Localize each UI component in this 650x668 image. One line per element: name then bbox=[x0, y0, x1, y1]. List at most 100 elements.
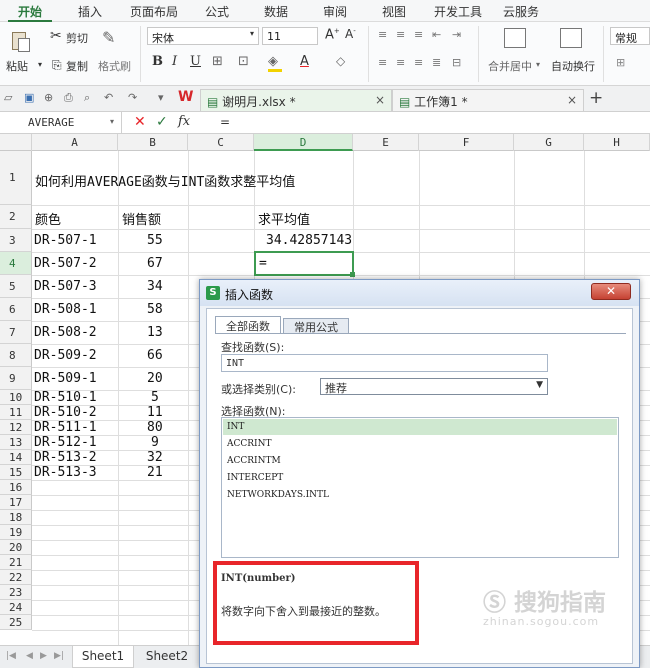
wrap-text-icon[interactable] bbox=[560, 28, 582, 48]
paste-dropdown-icon[interactable]: ▾ bbox=[38, 60, 42, 69]
tab-developer[interactable]: 开发工具 bbox=[434, 3, 482, 20]
export-icon[interactable]: ⊕ bbox=[44, 91, 53, 104]
indent-increase-icon[interactable]: ⇥ bbox=[452, 28, 461, 41]
row-header[interactable]: 16 bbox=[0, 480, 32, 495]
distribute-icon[interactable]: ⊟ bbox=[452, 56, 461, 69]
row-header[interactable]: 24 bbox=[0, 600, 32, 615]
table-cell[interactable]: 80 bbox=[147, 420, 163, 435]
category-select[interactable]: 推荐 ▼ bbox=[320, 378, 548, 395]
tab-all-functions[interactable]: 全部函数 bbox=[215, 316, 281, 333]
fill-handle[interactable] bbox=[350, 272, 355, 277]
dialog-close-button[interactable]: ✕ bbox=[591, 283, 631, 300]
function-search-input[interactable]: INT bbox=[221, 354, 548, 372]
select-all-corner[interactable] bbox=[0, 134, 32, 151]
table-cell[interactable]: 55 bbox=[147, 233, 163, 248]
font-name-select[interactable]: 宋体 bbox=[147, 27, 259, 45]
align-middle-icon[interactable]: ≡ bbox=[396, 28, 405, 41]
border-icon[interactable]: ⊞ bbox=[212, 54, 223, 69]
scissors-icon[interactable]: ✂ bbox=[50, 28, 62, 44]
table-cell[interactable]: DR-510-2 bbox=[34, 405, 97, 420]
wrap-text-button[interactable]: 自动换行 bbox=[551, 58, 595, 74]
fill-color-icon[interactable]: ◈ bbox=[268, 54, 278, 69]
header-cell-color[interactable]: 颜色 bbox=[35, 209, 61, 228]
column-header-b[interactable]: B bbox=[118, 134, 188, 151]
first-sheet-icon[interactable]: |◀ bbox=[6, 651, 16, 661]
row-header[interactable]: 5 bbox=[0, 275, 32, 298]
preview-icon[interactable]: ⌕ bbox=[84, 91, 90, 105]
row-header[interactable]: 2 bbox=[0, 205, 32, 229]
table-cell[interactable]: DR-513-2 bbox=[34, 450, 97, 465]
sheet-tab[interactable]: Sheet2 bbox=[136, 646, 198, 668]
italic-icon[interactable]: I bbox=[172, 54, 177, 69]
tab-view[interactable]: 视图 bbox=[382, 3, 406, 20]
table-cell[interactable]: 11 bbox=[147, 405, 163, 420]
table-cell[interactable]: DR-510-1 bbox=[34, 390, 97, 405]
tab-page-layout[interactable]: 页面布局 bbox=[130, 3, 178, 20]
function-list-item[interactable]: ACCRINT bbox=[223, 436, 617, 452]
row-header[interactable]: 18 bbox=[0, 510, 32, 525]
table-cell[interactable]: 21 bbox=[147, 465, 163, 480]
function-list-item-selected[interactable]: INT bbox=[223, 419, 617, 435]
copy-button[interactable]: 复制 bbox=[66, 58, 88, 74]
table-cell[interactable]: 66 bbox=[147, 348, 163, 363]
name-box-dropdown-icon[interactable]: ▾ bbox=[110, 117, 114, 126]
row-header[interactable]: 15 bbox=[0, 465, 32, 480]
insert-function-button[interactable]: fx bbox=[178, 114, 190, 129]
column-header-c[interactable]: C bbox=[188, 134, 254, 151]
table-cell[interactable]: 67 bbox=[147, 256, 163, 271]
function-list-item[interactable]: INTERCEPT bbox=[223, 470, 617, 486]
align-left-icon[interactable]: ≡ bbox=[378, 56, 387, 69]
table-cell[interactable]: 34 bbox=[147, 279, 163, 294]
currency-icon[interactable]: ⊞ bbox=[616, 56, 625, 69]
brush-icon[interactable]: ✎ bbox=[102, 28, 115, 47]
indent-decrease-icon[interactable]: ⇤ bbox=[432, 28, 441, 41]
align-center-icon[interactable]: ≡ bbox=[396, 56, 405, 69]
number-format-select[interactable]: 常规 bbox=[610, 27, 650, 45]
doc-tab[interactable]: ▤ 工作簿1 * × bbox=[392, 89, 584, 111]
tab-data[interactable]: 数据 bbox=[264, 3, 288, 20]
cancel-icon[interactable]: ✕ bbox=[134, 114, 146, 130]
doc-tab-active[interactable]: ▤ 谢明月.xlsx * × bbox=[200, 89, 392, 111]
table-cell[interactable]: 13 bbox=[147, 325, 163, 340]
column-header-f[interactable]: F bbox=[419, 134, 514, 151]
tab-review[interactable]: 审阅 bbox=[323, 3, 347, 20]
paste-icon[interactable] bbox=[6, 28, 32, 54]
header-cell-sales[interactable]: 销售额 bbox=[122, 209, 161, 228]
tab-formulas[interactable]: 公式 bbox=[205, 3, 229, 20]
align-top-icon[interactable]: ≡ bbox=[378, 28, 387, 41]
row-header[interactable]: 20 bbox=[0, 540, 32, 555]
tab-home[interactable]: 开始 bbox=[18, 3, 42, 20]
font-size-select[interactable]: 11 bbox=[262, 27, 318, 45]
open-folder-icon[interactable]: ▱ bbox=[4, 91, 12, 104]
font-color-icon[interactable]: A bbox=[300, 54, 309, 69]
row-header[interactable]: 8 bbox=[0, 344, 32, 367]
merge-icon[interactable]: ⊡ bbox=[238, 54, 249, 69]
prev-sheet-icon[interactable]: ◀ bbox=[26, 651, 33, 661]
table-cell[interactable]: 58 bbox=[147, 302, 163, 317]
table-cell[interactable]: DR-509-1 bbox=[34, 371, 97, 386]
undo-icon[interactable]: ↶ bbox=[104, 91, 113, 104]
row-header[interactable]: 11 bbox=[0, 405, 32, 420]
function-list-item[interactable]: NETWORKDAYS.INTL bbox=[223, 487, 617, 503]
row-header[interactable]: 17 bbox=[0, 495, 32, 510]
table-cell[interactable]: 32 bbox=[147, 450, 163, 465]
table-cell[interactable]: DR-508-2 bbox=[34, 325, 97, 340]
print-icon[interactable]: ⎙ bbox=[64, 91, 73, 105]
row-header[interactable]: 14 bbox=[0, 450, 32, 465]
font-dropdown-icon[interactable]: ▾ bbox=[250, 29, 254, 38]
tab-cloud[interactable]: 云服务 bbox=[503, 3, 539, 20]
underline-icon[interactable]: U bbox=[190, 54, 201, 69]
row-header[interactable]: 19 bbox=[0, 525, 32, 540]
customize-dropdown-icon[interactable]: ▾ bbox=[158, 91, 164, 104]
table-cell[interactable]: DR-513-3 bbox=[34, 465, 97, 480]
table-cell[interactable]: 5 bbox=[151, 390, 159, 405]
dialog-titlebar[interactable]: S 插入函数 ✕ bbox=[200, 280, 639, 306]
table-cell[interactable]: 20 bbox=[147, 371, 163, 386]
table-cell[interactable]: 9 bbox=[151, 435, 159, 450]
function-list[interactable]: INT ACCRINT ACCRINTM INTERCEPT NETWORKDA… bbox=[221, 417, 619, 558]
next-sheet-icon[interactable]: ▶ bbox=[40, 651, 47, 661]
merge-center-button[interactable]: 合并居中 bbox=[488, 58, 532, 74]
redo-icon[interactable]: ↷ bbox=[128, 91, 137, 104]
paste-button[interactable]: 粘贴 bbox=[6, 58, 28, 74]
average-result-cell[interactable]: 34.42857143 bbox=[266, 233, 352, 248]
